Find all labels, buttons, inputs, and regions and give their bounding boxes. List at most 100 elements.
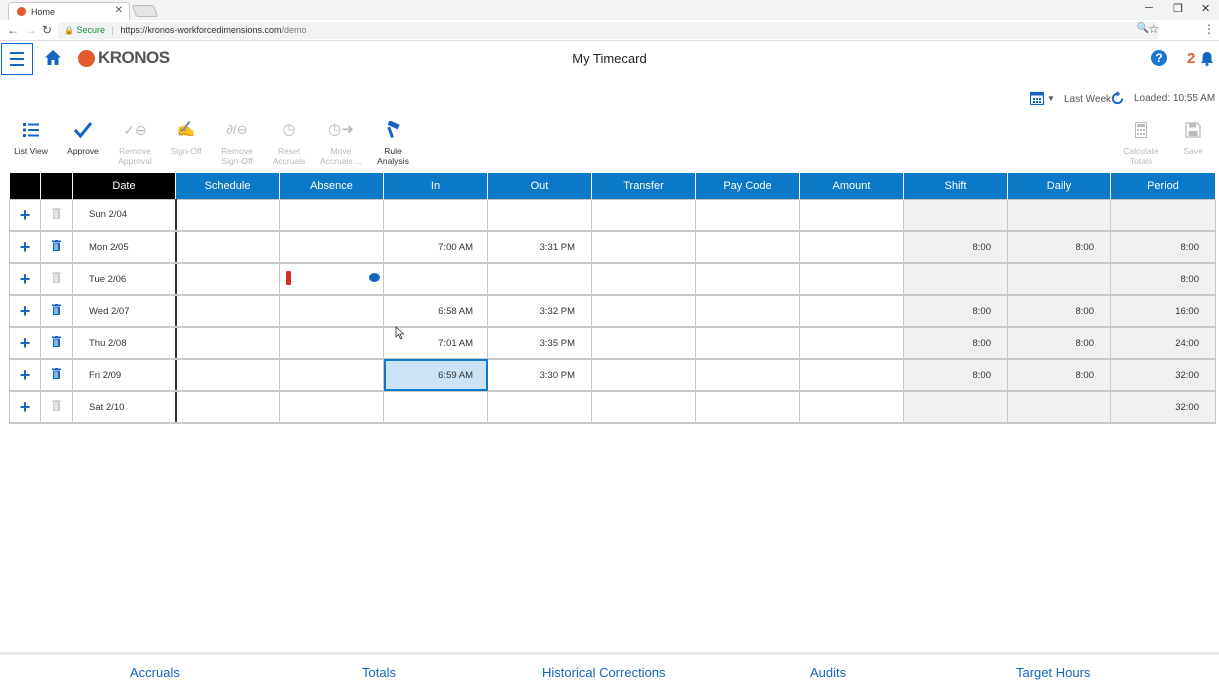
period-label[interactable]: Last Week [1064, 94, 1111, 112]
delete-row-button[interactable] [40, 390, 73, 424]
transfer-cell[interactable] [591, 230, 696, 264]
delete-row-button[interactable] [40, 230, 73, 264]
list-view-button[interactable]: List View [6, 120, 56, 156]
move-accruals-button[interactable]: ◷➜ Move Accruals ... [316, 120, 366, 166]
pay-code-cell[interactable] [695, 326, 800, 360]
header-out[interactable]: Out [487, 173, 592, 199]
in-punch-cell[interactable] [383, 198, 488, 232]
header-absence[interactable]: Absence [279, 173, 384, 199]
absence-cell[interactable] [279, 358, 384, 392]
schedule-cell[interactable] [175, 230, 280, 264]
add-row-button[interactable]: + [9, 326, 41, 360]
restore-icon[interactable]: ❐ [1173, 2, 1183, 15]
browser-menu-icon[interactable]: ⋮ [1203, 22, 1215, 36]
tab-totals[interactable]: Totals [362, 665, 396, 680]
browser-tab-home[interactable]: Home ✕ [8, 2, 130, 20]
schedule-cell[interactable] [175, 326, 280, 360]
add-row-button[interactable]: + [9, 358, 41, 392]
transfer-cell[interactable] [591, 262, 696, 296]
schedule-cell[interactable] [175, 358, 280, 392]
save-button[interactable]: Save [1168, 120, 1218, 156]
absence-marker-icon[interactable] [286, 271, 291, 285]
transfer-cell[interactable] [591, 358, 696, 392]
header-schedule[interactable]: Schedule [175, 173, 280, 199]
header-amount[interactable]: Amount [799, 173, 904, 199]
tab-accruals[interactable]: Accruals [130, 665, 180, 680]
window-close-icon[interactable]: ✕ [1201, 2, 1210, 15]
refresh-icon[interactable] [1110, 91, 1125, 106]
add-row-button[interactable]: + [9, 230, 41, 264]
reload-icon[interactable]: ↻ [42, 23, 52, 37]
delete-row-button[interactable] [40, 358, 73, 392]
out-punch-cell[interactable]: 3:30 PM [487, 358, 592, 392]
in-punch-cell[interactable]: 6:59 AM [383, 358, 488, 392]
header-pay-code[interactable]: Pay Code [695, 173, 800, 199]
pay-code-cell[interactable] [695, 358, 800, 392]
bell-icon[interactable] [1200, 51, 1214, 66]
schedule-cell[interactable] [175, 198, 280, 232]
comment-bubble-icon[interactable] [369, 273, 380, 282]
header-period[interactable]: Period [1110, 173, 1216, 199]
amount-cell[interactable] [799, 262, 904, 296]
reset-accruals-button[interactable]: ◷ Reset Accruals [264, 120, 314, 166]
add-row-button[interactable]: + [9, 262, 41, 296]
out-punch-cell[interactable] [487, 262, 592, 296]
tab-historical-corrections[interactable]: Historical Corrections [542, 665, 666, 680]
schedule-cell[interactable] [175, 390, 280, 424]
rule-analysis-button[interactable]: Rule Analysis [368, 120, 418, 166]
out-punch-cell[interactable]: 3:32 PM [487, 294, 592, 328]
amount-cell[interactable] [799, 294, 904, 328]
bookmark-star-icon[interactable]: ☆ [1148, 22, 1159, 36]
header-daily[interactable]: Daily [1007, 173, 1111, 199]
tab-audits[interactable]: Audits [810, 665, 846, 680]
amount-cell[interactable] [799, 358, 904, 392]
amount-cell[interactable] [799, 390, 904, 424]
out-punch-cell[interactable]: 3:31 PM [487, 230, 592, 264]
tab-target-hours[interactable]: Target Hours [1016, 665, 1090, 680]
notification-count[interactable]: 2 [1187, 50, 1195, 67]
header-transfer[interactable]: Transfer [591, 173, 696, 199]
amount-cell[interactable] [799, 198, 904, 232]
schedule-cell[interactable] [175, 294, 280, 328]
header-in[interactable]: In [383, 173, 488, 199]
header-shift[interactable]: Shift [903, 173, 1008, 199]
absence-cell[interactable] [279, 294, 384, 328]
delete-row-button[interactable] [40, 262, 73, 296]
back-arrow-icon[interactable]: ← [7, 23, 19, 37]
in-punch-cell[interactable]: 7:00 AM [383, 230, 488, 264]
schedule-cell[interactable] [175, 262, 280, 296]
transfer-cell[interactable] [591, 294, 696, 328]
absence-cell[interactable] [279, 230, 384, 264]
amount-cell[interactable] [799, 326, 904, 360]
absence-cell[interactable] [279, 262, 384, 296]
out-punch-cell[interactable]: 3:35 PM [487, 326, 592, 360]
add-row-button[interactable]: + [9, 390, 41, 424]
remove-signoff-button[interactable]: ∂/⊖ Remove Sign-Off [212, 120, 262, 166]
in-punch-cell[interactable]: 6:58 AM [383, 294, 488, 328]
pay-code-cell[interactable] [695, 390, 800, 424]
absence-cell[interactable] [279, 198, 384, 232]
delete-row-button[interactable] [40, 326, 73, 360]
sign-off-button[interactable]: ✍ Sign-Off [161, 120, 211, 156]
delete-row-button[interactable] [40, 294, 73, 328]
amount-cell[interactable] [799, 230, 904, 264]
approve-button[interactable]: Approve [58, 120, 108, 156]
close-tab-icon[interactable]: ✕ [115, 5, 123, 16]
in-punch-cell[interactable] [383, 390, 488, 424]
absence-cell[interactable] [279, 390, 384, 424]
transfer-cell[interactable] [591, 390, 696, 424]
add-row-button[interactable]: + [9, 294, 41, 328]
absence-cell[interactable] [279, 326, 384, 360]
new-tab-button[interactable] [131, 5, 159, 17]
add-row-button[interactable]: + [9, 198, 41, 232]
pay-code-cell[interactable] [695, 198, 800, 232]
delete-row-button[interactable] [40, 198, 73, 232]
zoom-icon[interactable]: 🔍 [1137, 23, 1149, 34]
remove-approval-button[interactable]: ✓⊖ Remove Approval [110, 120, 160, 166]
out-punch-cell[interactable] [487, 198, 592, 232]
header-date[interactable]: Date [72, 173, 176, 199]
chevron-down-icon[interactable]: ▼ [1047, 94, 1055, 103]
in-punch-cell[interactable] [383, 262, 488, 296]
forward-arrow-icon[interactable]: → [25, 23, 37, 37]
calendar-icon[interactable] [1030, 91, 1044, 105]
